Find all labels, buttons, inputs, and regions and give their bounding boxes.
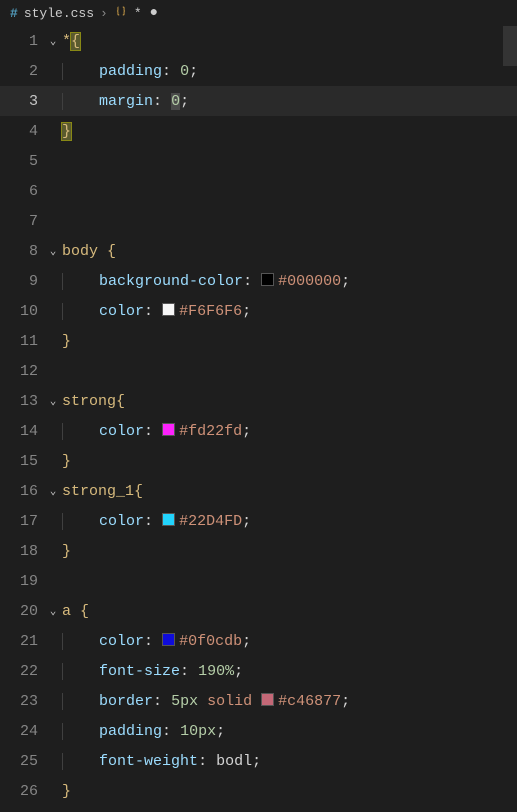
color-swatch-icon[interactable] [162,633,175,646]
code-line: 2 padding: 0; [0,56,517,86]
line-number[interactable]: 24 [0,723,44,740]
breadcrumb[interactable]: # style.css › * ● [0,0,517,26]
line-number[interactable]: 20 [0,603,44,620]
code-line: 19 [0,566,517,596]
code-content[interactable]: *{ [62,33,517,50]
css-file-icon: # [10,6,18,21]
code-content[interactable]: padding: 0; [62,63,517,80]
color-swatch-icon[interactable] [261,693,274,706]
line-number[interactable]: 10 [0,303,44,320]
line-number[interactable]: 16 [0,483,44,500]
line-number[interactable]: 13 [0,393,44,410]
line-number[interactable]: 11 [0,333,44,350]
code-content[interactable]: } [62,543,517,560]
code-line: 14 color: #fd22fd; [0,416,517,446]
vertical-scrollbar[interactable] [503,26,517,66]
line-number[interactable]: 9 [0,273,44,290]
code-line: 23 border: 5px solid #c46877; [0,686,517,716]
line-number[interactable]: 25 [0,753,44,770]
breadcrumb-filename[interactable]: style.css [24,6,94,21]
line-number[interactable]: 3 [0,93,44,110]
code-content[interactable]: color: #22D4FD; [62,513,517,530]
color-swatch-icon[interactable] [162,423,175,436]
line-number[interactable]: 23 [0,693,44,710]
fold-chevron-icon[interactable]: ⌄ [44,604,62,618]
line-number[interactable]: 12 [0,363,44,380]
code-line: 25 font-weight: bodl; [0,746,517,776]
code-editor[interactable]: 1 ⌄ *{ 2 padding: 0; 3 margin: 0; 4 } 5 … [0,26,517,812]
code-content[interactable]: border: 5px solid #c46877; [62,693,517,710]
code-line: 6 [0,176,517,206]
code-line: 8 ⌄ body { [0,236,517,266]
code-content[interactable]: margin: 0; [62,93,517,110]
code-line: 18 } [0,536,517,566]
code-line: 22 font-size: 190%; [0,656,517,686]
code-content[interactable]: color: #0f0cdb; [62,633,517,650]
code-line: 1 ⌄ *{ [0,26,517,56]
line-number[interactable]: 22 [0,663,44,680]
color-swatch-icon[interactable] [162,303,175,316]
breadcrumb-symbol[interactable]: * [134,6,142,21]
code-content[interactable]: color: #F6F6F6; [62,303,517,320]
color-swatch-icon[interactable] [261,273,274,286]
line-number[interactable]: 6 [0,183,44,200]
code-content[interactable]: color: #fd22fd; [62,423,517,440]
code-line: 24 padding: 10px; [0,716,517,746]
code-line: 7 [0,206,517,236]
code-content[interactable]: a { [62,603,517,620]
code-line: 16 ⌄ strong_1{ [0,476,517,506]
code-line: 13 ⌄ strong{ [0,386,517,416]
fold-chevron-icon[interactable]: ⌄ [44,34,62,48]
code-line: 15 } [0,446,517,476]
code-line: 12 [0,356,517,386]
code-content[interactable]: } [62,453,517,470]
line-number[interactable]: 15 [0,453,44,470]
dirty-indicator-icon: ● [150,5,158,21]
line-number[interactable]: 1 [0,33,44,50]
code-line: 4 } [0,116,517,146]
fold-chevron-icon[interactable]: ⌄ [44,484,62,498]
code-line: 26 } [0,776,517,806]
code-line: 20 ⌄ a { [0,596,517,626]
line-number[interactable]: 26 [0,783,44,800]
css-rule-icon [114,4,128,22]
line-number[interactable]: 14 [0,423,44,440]
fold-chevron-icon[interactable]: ⌄ [44,244,62,258]
line-number[interactable]: 2 [0,63,44,80]
code-line: 5 [0,146,517,176]
line-number[interactable]: 5 [0,153,44,170]
line-number[interactable]: 7 [0,213,44,230]
code-content[interactable]: padding: 10px; [62,723,517,740]
code-content[interactable]: body { [62,243,517,260]
code-content[interactable]: font-weight: bodl; [62,753,517,770]
line-number[interactable]: 19 [0,573,44,590]
code-line: 11 } [0,326,517,356]
code-line: 9 background-color: #000000; [0,266,517,296]
code-content[interactable]: } [62,123,517,140]
code-line-active: 3 margin: 0; [0,86,517,116]
code-line: 21 color: #0f0cdb; [0,626,517,656]
code-content[interactable]: strong_1{ [62,483,517,500]
line-number[interactable]: 17 [0,513,44,530]
code-content[interactable]: font-size: 190%; [62,663,517,680]
line-number[interactable]: 18 [0,543,44,560]
line-number[interactable]: 4 [0,123,44,140]
code-content[interactable]: strong{ [62,393,517,410]
code-content[interactable]: } [62,333,517,350]
code-content[interactable]: background-color: #000000; [62,273,517,290]
chevron-right-icon: › [100,6,108,21]
line-number[interactable]: 8 [0,243,44,260]
code-line: 10 color: #F6F6F6; [0,296,517,326]
color-swatch-icon[interactable] [162,513,175,526]
line-number[interactable]: 21 [0,633,44,650]
code-line: 17 color: #22D4FD; [0,506,517,536]
fold-chevron-icon[interactable]: ⌄ [44,394,62,408]
code-content[interactable]: } [62,783,517,800]
